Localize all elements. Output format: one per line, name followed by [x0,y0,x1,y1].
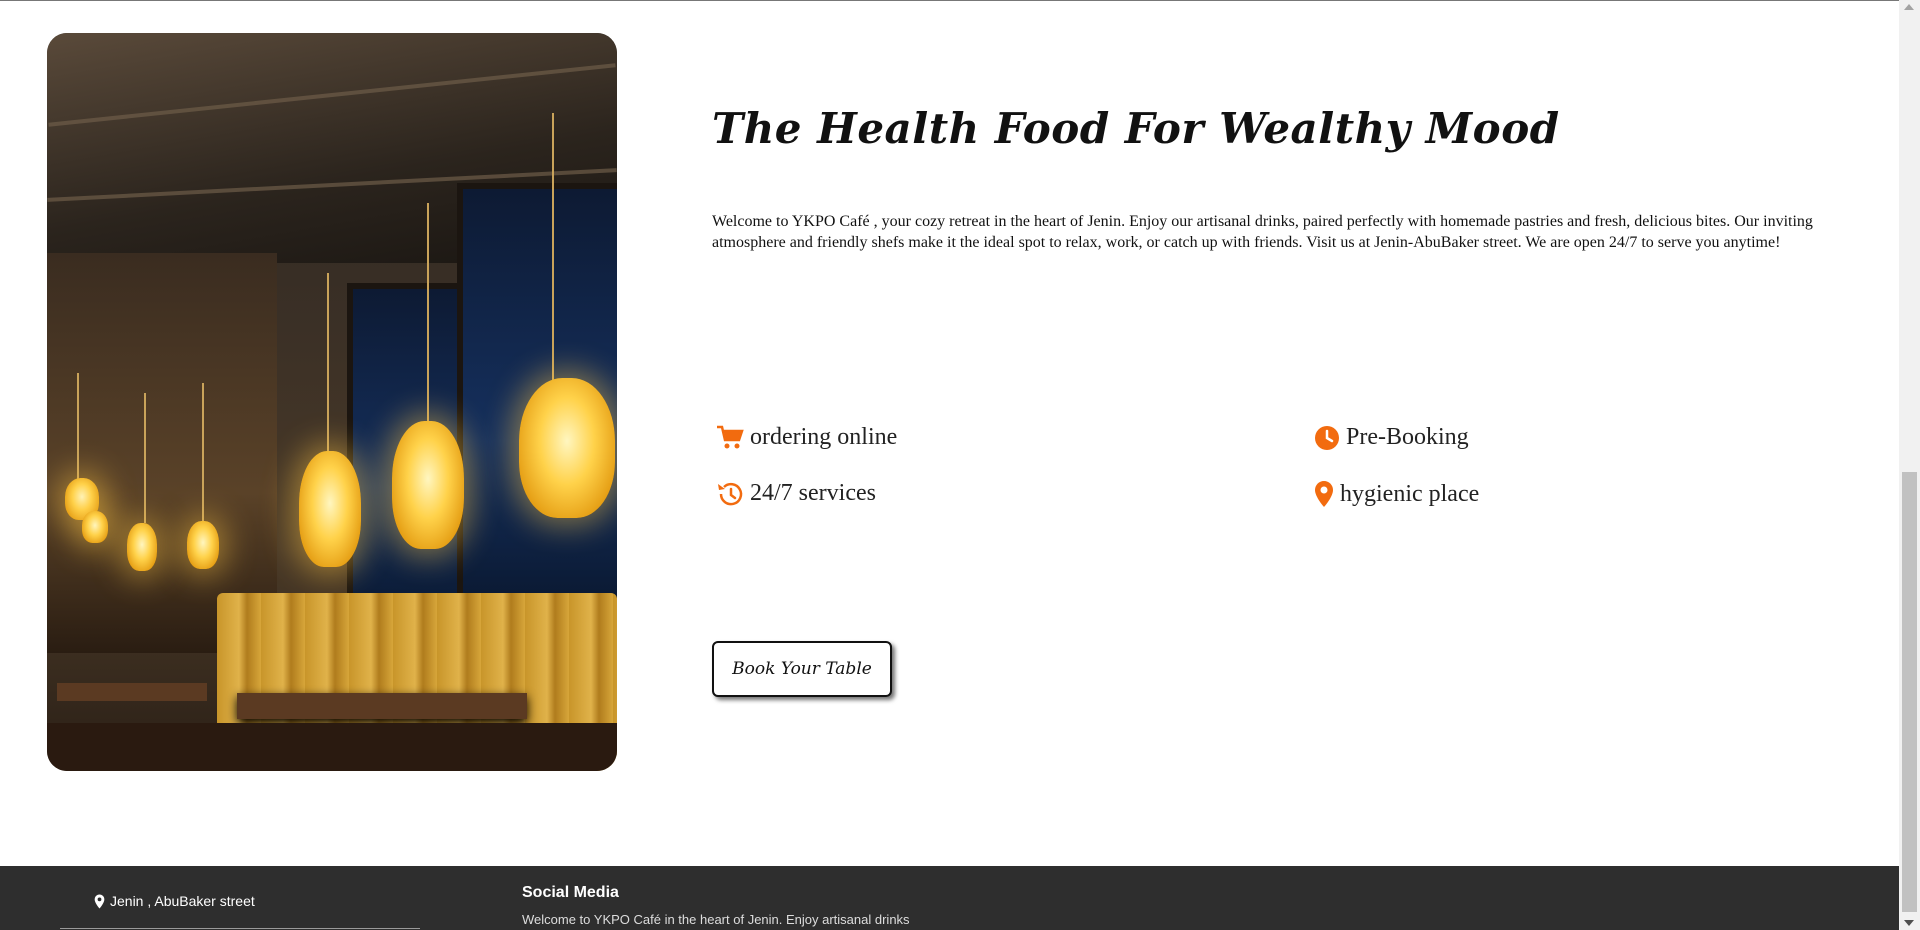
cafe-interior-image [47,33,617,771]
location-pin-icon [1314,480,1334,508]
feature-pre-booking: Pre-Booking [1314,424,1469,451]
footer-address: Jenin , AbuBaker street [94,893,255,909]
footer-address-text: Jenin , AbuBaker street [110,893,255,909]
clock-icon [1314,425,1340,451]
book-table-button[interactable]: Book Your Table [712,641,892,697]
social-media-title: Social Media [522,884,619,901]
footer: Jenin , AbuBaker street Social Media Wel… [0,866,1899,930]
feature-ordering-online: ordering online [716,424,897,451]
feature-label: hygienic place [1340,480,1480,507]
vertical-scrollbar[interactable] [1899,0,1920,930]
scroll-down-arrow-icon[interactable] [1904,920,1914,926]
location-pin-icon [94,894,105,909]
history-icon [716,481,744,507]
footer-divider [60,928,420,929]
cart-icon [716,425,744,451]
feature-label: ordering online [750,424,898,450]
feature-label: 24/7 services [750,480,876,506]
feature-label: Pre-Booking [1346,424,1469,450]
top-border [0,0,1899,1]
feature-24-7-services: 24/7 services [716,480,876,507]
scroll-up-arrow-icon[interactable] [1904,4,1914,10]
cafe-description: Welcome to YKPO Café , your cozy retreat… [712,213,1813,251]
scrollbar-thumb[interactable] [1902,472,1917,912]
section-title: The Health Food For Wealthy Mood [712,104,1560,153]
feature-hygienic-place: hygienic place [1314,480,1479,508]
social-media-text: Welcome to YKPO Café in the heart of Jen… [522,912,910,927]
